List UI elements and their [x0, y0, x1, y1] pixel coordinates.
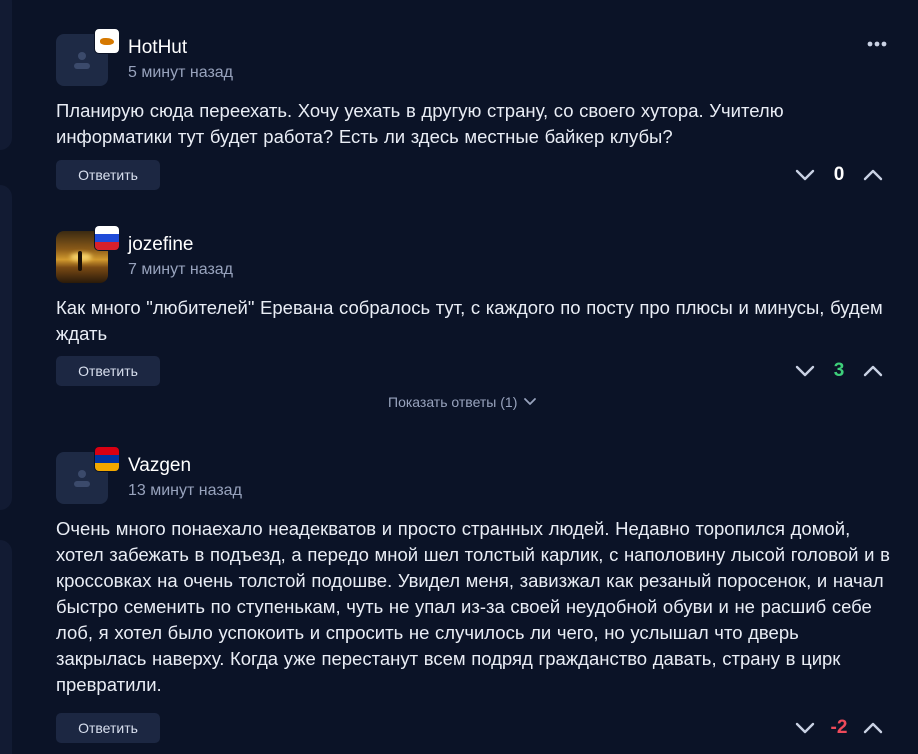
comment-time: 13 минут назад [128, 482, 242, 499]
comment-header: HotHut 5 минут назад [56, 28, 890, 86]
chevron-down-icon[interactable] [792, 358, 818, 384]
comment-text: Как много "любителей" Еревана собралось … [56, 297, 883, 344]
chevron-down-icon[interactable] [792, 162, 818, 188]
reply-button[interactable]: Ответить [56, 356, 160, 386]
comment-time: 5 минут назад [128, 64, 234, 81]
cyprus-flag-icon [94, 28, 120, 54]
vote-controls: 3 [792, 358, 886, 384]
left-panel-edge [0, 540, 12, 754]
chevron-down-icon[interactable] [792, 715, 818, 741]
left-panel-edge [0, 185, 12, 510]
comment-text: Планирую сюда переехать. Хочу уехать в д… [56, 100, 784, 147]
show-replies-button[interactable]: Показать ответы (1) [388, 394, 537, 410]
left-panel-edge [0, 0, 12, 150]
username[interactable]: Vazgen [128, 454, 242, 478]
avatar[interactable] [56, 446, 120, 504]
show-replies-label: Показать ответы (1) [388, 394, 518, 410]
chevron-up-icon[interactable] [860, 715, 886, 741]
avatar[interactable] [56, 225, 120, 283]
username[interactable]: jozefine [128, 233, 233, 257]
vote-controls: -2 [792, 715, 886, 741]
comment-header: Vazgen 13 минут назад [56, 446, 890, 504]
comment: jozefine 7 минут назад Как много "любите… [56, 225, 890, 386]
vote-controls: 0 [792, 162, 886, 188]
comment-text: Очень много понаехало неадекватов и прос… [56, 518, 890, 695]
comment: Vazgen 13 минут назад Очень много понаех… [56, 446, 890, 743]
more-dots-icon[interactable] [866, 36, 888, 52]
chevron-up-icon[interactable] [860, 162, 886, 188]
russia-flag-icon [94, 225, 120, 251]
vote-score: 0 [833, 164, 845, 185]
vote-score: 3 [833, 360, 845, 381]
chevron-up-icon[interactable] [860, 358, 886, 384]
chevron-down-icon [524, 398, 537, 405]
comment-header: jozefine 7 минут назад [56, 225, 890, 283]
comment-time: 7 минут назад [128, 261, 234, 278]
armenia-flag-icon [94, 446, 120, 472]
reply-button[interactable]: Ответить [56, 160, 160, 190]
avatar[interactable] [56, 28, 120, 86]
username[interactable]: HotHut [128, 36, 233, 60]
comments-page: HotHut 5 минут назад Планирую сюда перее… [0, 0, 918, 754]
comment: HotHut 5 минут назад Планирую сюда перее… [56, 28, 890, 190]
reply-button[interactable]: Ответить [56, 713, 160, 743]
vote-score: -2 [830, 717, 848, 738]
